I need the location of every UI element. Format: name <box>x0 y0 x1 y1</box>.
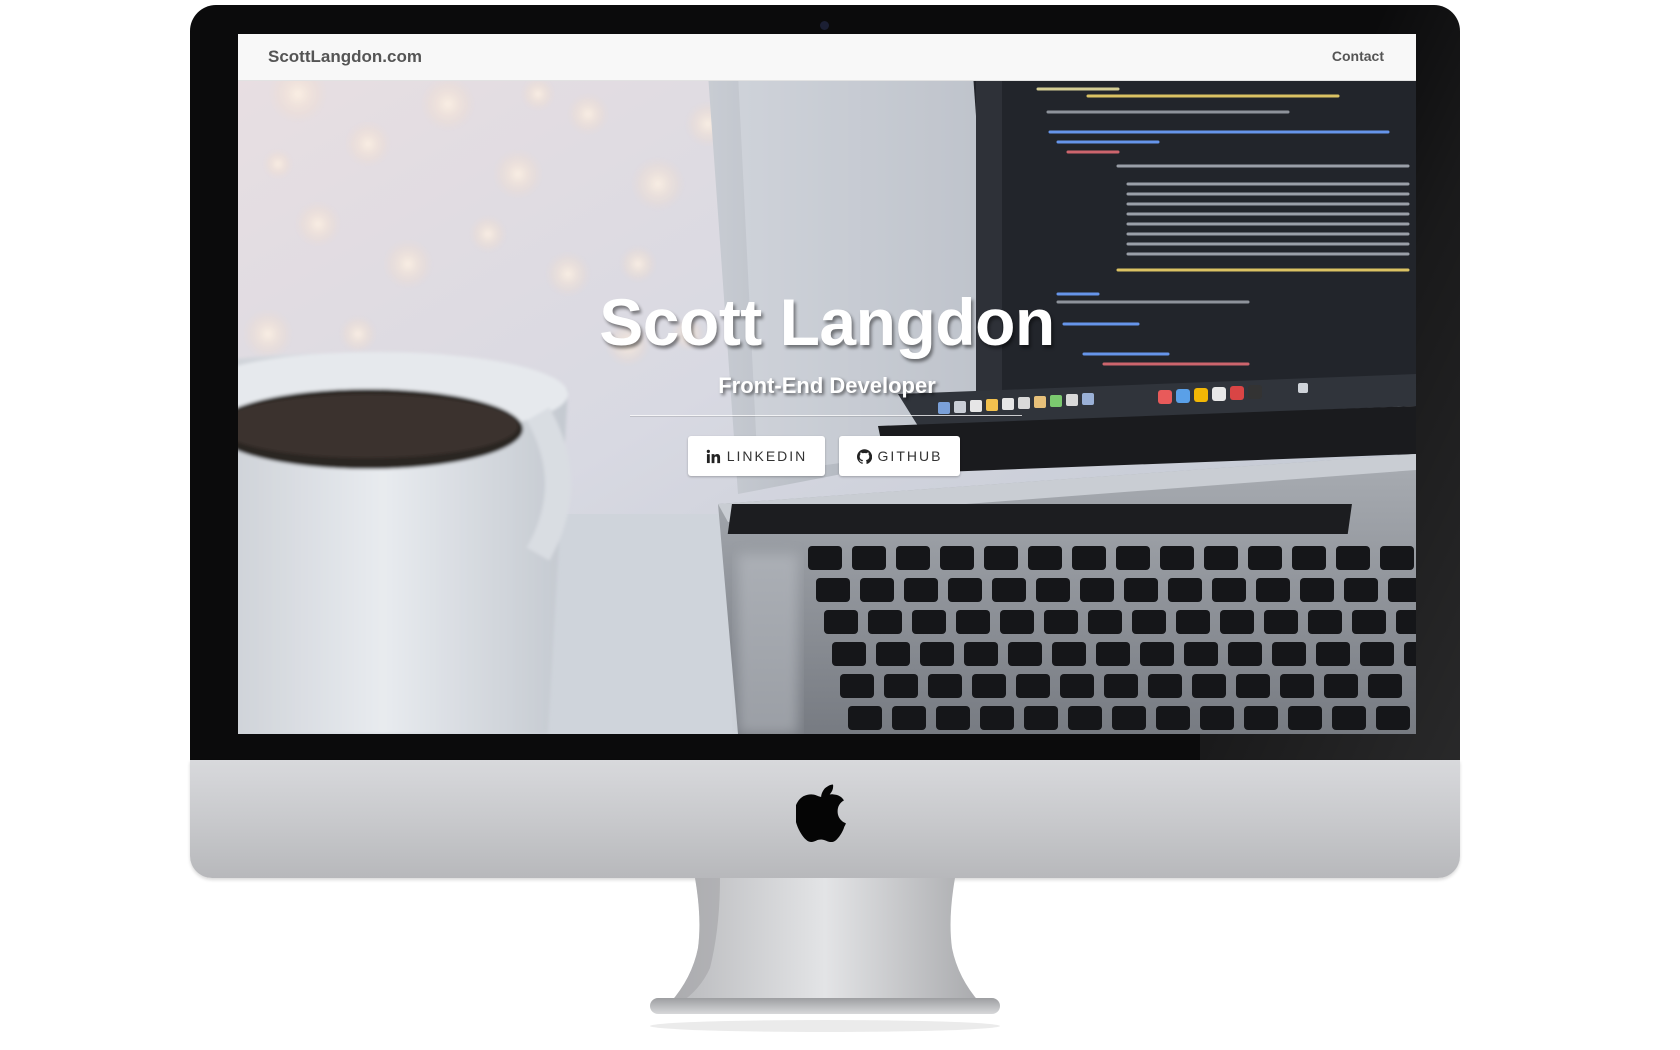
linkedin-button[interactable]: LINKEDIN <box>688 436 825 476</box>
linkedin-button-label: LINKEDIN <box>726 448 808 464</box>
camera-dot <box>820 21 829 30</box>
hero-title: Scott Langdon <box>599 285 1055 359</box>
imac-stand <box>650 878 1000 1032</box>
site-navbar: ScottLangdon.com Contact <box>238 34 1416 81</box>
apple-logo-icon <box>796 784 846 843</box>
stage: ScottLangdon.com Contact Scott Langdon F… <box>0 0 1680 1050</box>
hero-divider <box>630 415 1022 417</box>
github-button[interactable]: GITHUB <box>839 436 960 476</box>
hero-section: Scott Langdon Front-End Developer LINKED… <box>238 34 1416 734</box>
linkedin-icon <box>706 449 720 463</box>
hero-subtitle: Front-End Developer <box>718 373 936 398</box>
nav-link-contact[interactable]: Contact <box>1332 48 1384 64</box>
github-button-label: GITHUB <box>877 448 943 464</box>
imac-screen: ScottLangdon.com Contact Scott Langdon F… <box>238 34 1416 734</box>
github-icon <box>856 448 872 464</box>
site-brand-link[interactable]: ScottLangdon.com <box>268 47 422 67</box>
